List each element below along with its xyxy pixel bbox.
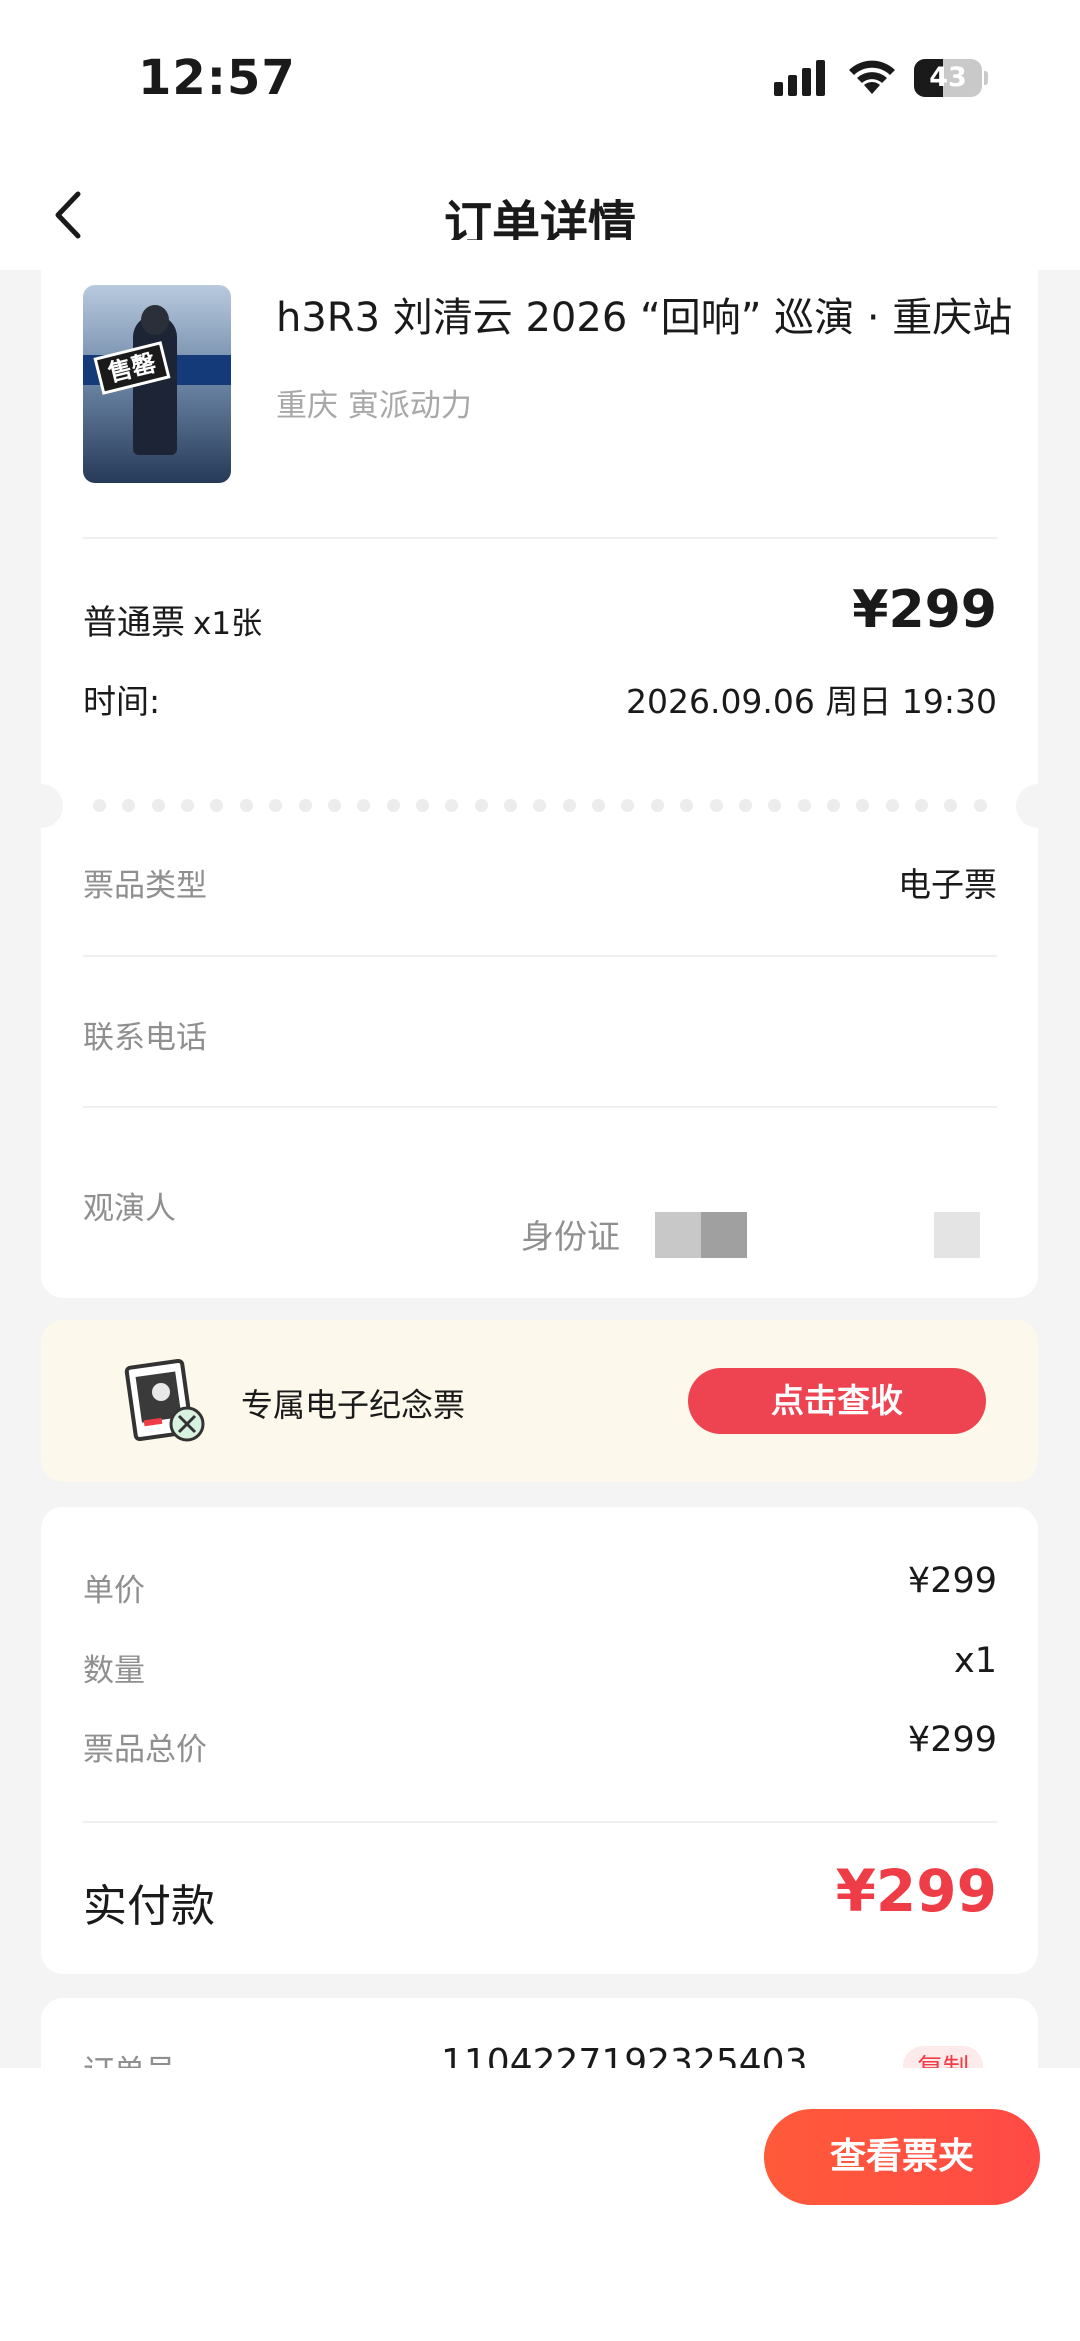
perforation-dot bbox=[298, 799, 312, 812]
perforation-dot bbox=[386, 799, 400, 812]
souvenir-text: 专属电子纪念票 bbox=[241, 1386, 466, 1424]
unit-price-value: ¥299 bbox=[907, 1561, 997, 1601]
phone-label: 联系电话 bbox=[83, 1020, 207, 1056]
redacted-id-block bbox=[934, 1212, 980, 1258]
ticket-kind-value: 电子票 bbox=[898, 865, 997, 904]
price-card: 单价 ¥299 数量 x1 票品总价 ¥299 实付款 ¥299 bbox=[41, 1507, 1038, 1974]
perforation-dot bbox=[650, 799, 664, 812]
perforation-dot bbox=[504, 799, 518, 812]
perforation-dot bbox=[592, 799, 606, 812]
perforation-dot bbox=[562, 799, 576, 812]
perforation-dot bbox=[357, 799, 371, 812]
souvenir-ticket-banner: 专属电子纪念票 点击查收 bbox=[41, 1320, 1038, 1482]
divider bbox=[83, 1106, 997, 1108]
event-title[interactable]: h3R3 刘清云 2026 “回响” 巡演 · 重庆站 bbox=[276, 285, 1012, 343]
perforation-dot bbox=[797, 799, 811, 812]
perforation-dot bbox=[768, 799, 782, 812]
status-time: 12:57 bbox=[138, 50, 296, 106]
ticket-quantity: x1张 bbox=[193, 606, 263, 642]
event-poster[interactable]: 售罄 bbox=[83, 285, 231, 483]
perforation-dot bbox=[151, 799, 165, 812]
perforation-dot bbox=[181, 799, 195, 812]
perforation-dot bbox=[973, 799, 987, 812]
perforation-dot bbox=[944, 799, 958, 812]
ticket-card: 售罄 h3R3 刘清云 2026 “回响” 巡演 · 重庆站 重庆 寅派动力 普… bbox=[19, 240, 1060, 1298]
perforation-dot bbox=[239, 799, 253, 812]
perforation-dot bbox=[885, 799, 899, 812]
perforation-dot bbox=[122, 799, 136, 812]
quantity-value: x1 bbox=[954, 1641, 997, 1681]
perforation-dot bbox=[680, 799, 694, 812]
perforation-dot bbox=[621, 799, 635, 812]
quantity-label: 数量 bbox=[83, 1653, 145, 1689]
attendee-id-type: 身份证 bbox=[521, 1217, 620, 1256]
divider bbox=[83, 1821, 997, 1823]
unit-price-label: 单价 bbox=[83, 1573, 145, 1609]
ticket-perforation bbox=[93, 799, 987, 813]
time-label: 时间: bbox=[83, 682, 161, 721]
attendee-label: 观演人 bbox=[83, 1191, 176, 1227]
perforation-dot bbox=[856, 799, 870, 812]
perforation-dot bbox=[445, 799, 459, 812]
total-label: 票品总价 bbox=[83, 1732, 207, 1768]
perforation-dot bbox=[474, 799, 488, 812]
bottom-action-bar: 查看票夹 bbox=[0, 2068, 1080, 2341]
time-value: 2026.09.06 周日 19:30 bbox=[625, 682, 997, 721]
souvenir-ticket-icon bbox=[124, 1358, 205, 1442]
perforation-dot bbox=[915, 799, 929, 812]
perforation-dot bbox=[826, 799, 840, 812]
perforation-dot bbox=[533, 799, 547, 812]
perforation-dot bbox=[709, 799, 723, 812]
wifi-icon bbox=[849, 60, 895, 94]
battery-icon: 43 bbox=[914, 59, 988, 97]
paid-value: ¥299 bbox=[835, 1857, 997, 1925]
view-ticket-folder-button[interactable]: 查看票夹 bbox=[764, 2109, 1040, 2205]
cellular-signal-icon bbox=[774, 60, 825, 96]
ticket-notch-left bbox=[19, 784, 63, 828]
ticket-type-label: 普通票 bbox=[83, 603, 185, 643]
ticket-type: 普通票 x1张 bbox=[83, 595, 262, 644]
ticket-price: ¥299 bbox=[852, 580, 997, 640]
claim-souvenir-button[interactable]: 点击查收 bbox=[688, 1368, 986, 1434]
ticket-kind-label: 票品类型 bbox=[83, 868, 207, 904]
divider bbox=[83, 955, 997, 957]
perforation-dot bbox=[210, 799, 224, 812]
total-value: ¥299 bbox=[907, 1720, 997, 1760]
status-bar: 12:57 43 bbox=[0, 0, 1080, 160]
redacted-id-block bbox=[655, 1212, 701, 1258]
perforation-dot bbox=[415, 799, 429, 812]
battery-level: 43 bbox=[929, 62, 967, 93]
event-venue: 重庆 寅派动力 bbox=[276, 388, 472, 424]
paid-label: 实付款 bbox=[83, 1881, 215, 1932]
divider bbox=[83, 537, 997, 539]
perforation-dot bbox=[738, 799, 752, 812]
perforation-dot bbox=[327, 799, 341, 812]
ticket-notch-right bbox=[1016, 784, 1060, 828]
perforation-dot bbox=[269, 799, 283, 812]
perforation-dot bbox=[93, 799, 106, 812]
redacted-id-block bbox=[701, 1212, 747, 1258]
